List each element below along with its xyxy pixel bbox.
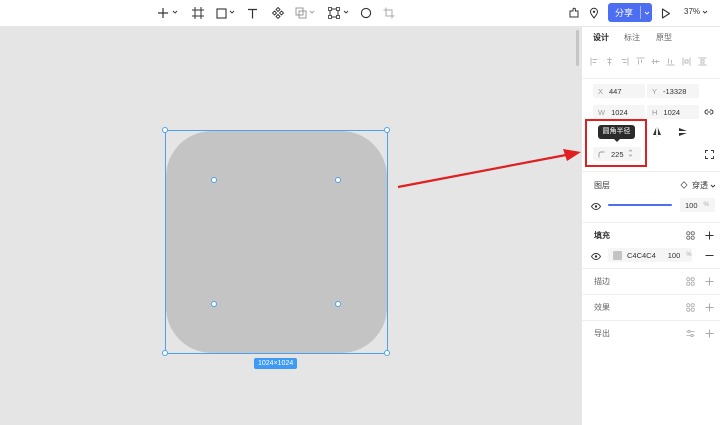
remove-fill-icon[interactable] <box>704 250 714 260</box>
crop-icon[interactable] <box>383 4 395 22</box>
location-pin-icon[interactable] <box>588 4 600 22</box>
chevron-down-icon[interactable] <box>229 9 235 15</box>
export-settings-icon[interactable] <box>685 328 695 338</box>
flip-vertical-icon[interactable] <box>678 127 688 137</box>
x-value: 447 <box>609 86 622 96</box>
effect-section-title: 效果 <box>594 303 610 312</box>
height-input[interactable]: H 1024 <box>647 105 699 119</box>
add-effect-icon[interactable] <box>704 302 714 312</box>
x-position-input[interactable]: X 447 <box>593 84 645 98</box>
ellipse-icon[interactable] <box>360 4 372 22</box>
plugin-icon[interactable] <box>568 4 580 22</box>
h-value: 1024 <box>663 107 681 117</box>
fill-color-hex: C4C4C4 <box>627 250 656 260</box>
blend-mode-icon <box>679 180 689 190</box>
h-label: H <box>652 107 658 117</box>
x-label: X <box>598 86 604 96</box>
vector-path-icon[interactable] <box>328 4 340 22</box>
w-value: 1024 <box>611 107 628 117</box>
align-center-horizontal-icon[interactable] <box>605 57 614 66</box>
tab-prototype[interactable]: 原型 <box>656 32 672 43</box>
fill-color-swatch[interactable] <box>613 250 622 260</box>
fill-section-title: 填充 <box>594 231 610 240</box>
vertical-scrollbar[interactable] <box>576 30 579 66</box>
chevron-down-icon[interactable] <box>343 9 349 15</box>
text-icon[interactable] <box>246 4 258 22</box>
chevron-down-icon[interactable] <box>172 9 178 15</box>
component-icon[interactable] <box>272 4 284 22</box>
chevron-down-icon[interactable] <box>710 183 716 189</box>
tab-annotation[interactable]: 标注 <box>624 32 640 43</box>
tab-design[interactable]: 设计 <box>593 32 609 43</box>
add-fill-icon[interactable] <box>704 230 714 240</box>
opacity-input[interactable]: 100 % <box>680 198 715 212</box>
divider <box>582 222 720 223</box>
zoom-level: 37% <box>684 7 701 16</box>
divider <box>582 78 720 79</box>
resize-handle-top-left[interactable] <box>162 127 168 133</box>
distribute-vertical-icon[interactable] <box>698 57 707 66</box>
blend-mode-select[interactable]: 穿透 <box>692 180 708 191</box>
size-badge: 1024×1024 <box>254 358 298 369</box>
layer-section-title: 图层 <box>594 181 610 190</box>
align-right-icon[interactable] <box>620 57 629 66</box>
selection-box[interactable] <box>165 130 388 354</box>
eye-icon[interactable] <box>591 251 601 261</box>
align-left-icon[interactable] <box>590 57 599 66</box>
frame-icon[interactable] <box>192 4 204 22</box>
chevron-down-icon <box>702 10 708 14</box>
corner-radius-handle[interactable] <box>211 177 217 183</box>
style-grid-icon[interactable] <box>685 276 695 286</box>
rectangle-icon[interactable] <box>215 4 227 22</box>
corner-radius-handle[interactable] <box>335 177 341 183</box>
divider <box>582 320 720 321</box>
resize-handle-top-right[interactable] <box>384 127 390 133</box>
share-button-label: 分享 <box>614 8 633 18</box>
w-label: W <box>598 107 606 117</box>
y-value: -13328 <box>663 86 687 96</box>
y-position-input[interactable]: Y -13328 <box>647 84 699 98</box>
percent-unit: % <box>686 252 692 258</box>
design-panel: 设计 标注 原型 X 447 Y -13328 W 1024 H 1024 22 <box>581 27 720 425</box>
eye-icon[interactable] <box>591 201 601 211</box>
alignment-toolbar <box>590 57 718 67</box>
resize-handle-bottom-left[interactable] <box>162 350 168 356</box>
stroke-section-title: 描边 <box>594 277 610 286</box>
fill-color-input[interactable]: C4C4C4 100 % <box>608 248 692 262</box>
play-icon[interactable] <box>661 4 671 22</box>
align-top-icon[interactable] <box>636 57 645 66</box>
export-section-title: 导出 <box>594 329 610 338</box>
corner-radius-handle[interactable] <box>335 301 341 307</box>
divider <box>582 268 720 269</box>
resize-handle-bottom-right[interactable] <box>384 350 390 356</box>
style-grid-icon[interactable] <box>685 302 695 312</box>
lock-ratio-icon[interactable] <box>704 107 714 117</box>
style-grid-icon[interactable] <box>685 230 695 240</box>
distribute-horizontal-icon[interactable] <box>682 57 691 66</box>
add-stroke-icon[interactable] <box>704 276 714 286</box>
fill-opacity-value: 100 <box>667 250 681 260</box>
plus-icon[interactable] <box>157 4 169 22</box>
highlight-box <box>585 119 647 167</box>
opacity-value: 100 <box>685 200 698 210</box>
divider <box>582 171 720 172</box>
independent-corners-icon[interactable] <box>704 149 714 159</box>
flip-horizontal-icon[interactable] <box>652 127 662 137</box>
width-input[interactable]: W 1024 <box>593 105 645 119</box>
add-export-icon[interactable] <box>704 328 714 338</box>
chevron-down-icon[interactable] <box>309 9 315 15</box>
corner-radius-handle[interactable] <box>211 301 217 307</box>
zoom-control[interactable]: 37% <box>684 7 708 16</box>
align-center-vertical-icon[interactable] <box>651 57 660 66</box>
divider <box>582 294 720 295</box>
share-button[interactable]: 分享 <box>608 3 652 22</box>
toolbar: 分享 37% <box>0 0 720 27</box>
chevron-down-icon[interactable] <box>641 10 652 16</box>
boolean-icon[interactable] <box>295 4 307 22</box>
percent-unit: % <box>703 202 709 208</box>
opacity-slider[interactable] <box>608 204 672 206</box>
align-bottom-icon[interactable] <box>666 57 675 66</box>
y-label: Y <box>652 86 658 96</box>
